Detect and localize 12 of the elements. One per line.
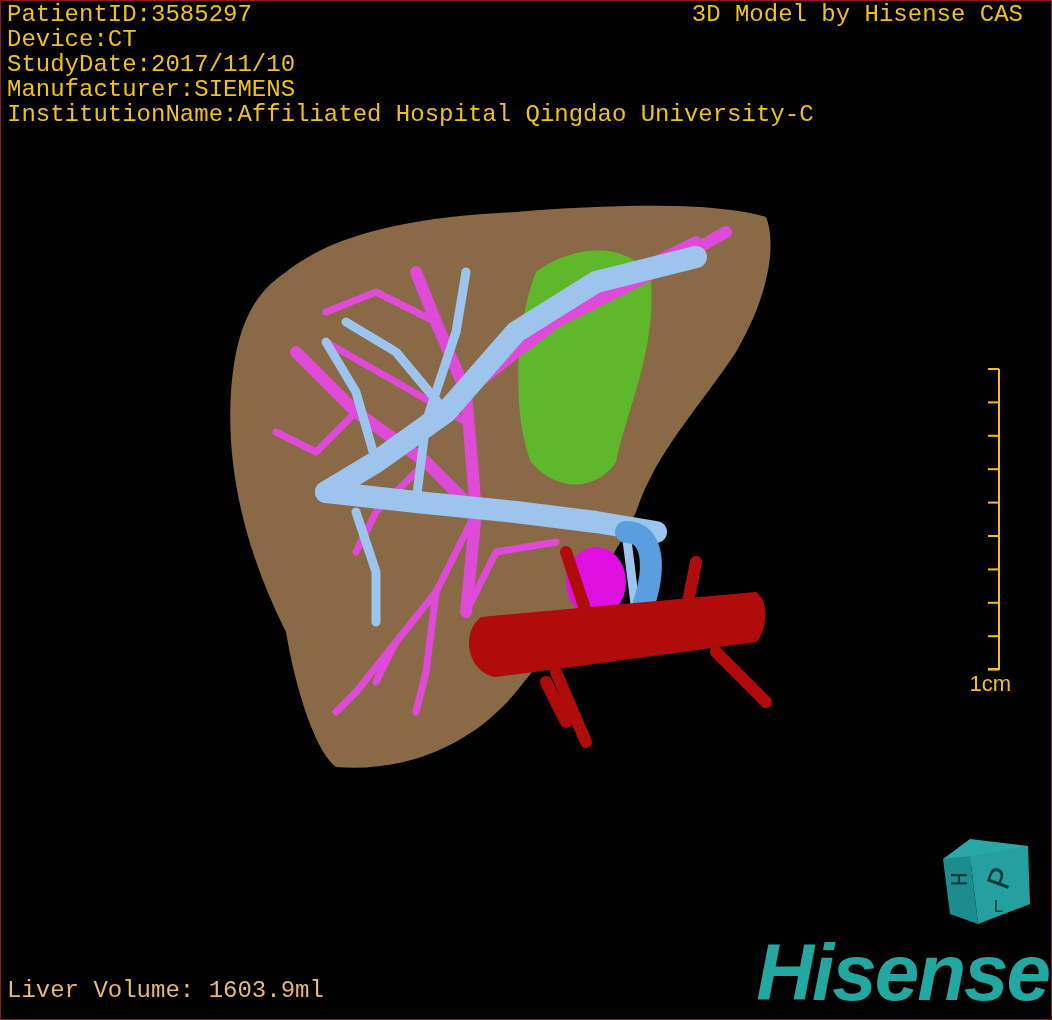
scale-bar-label: 1cm	[969, 672, 1011, 696]
cube-face-label: H	[944, 872, 971, 887]
patient-info-text: PatientID:3585297	[7, 2, 252, 27]
patient-info-text: Device:CT	[7, 27, 137, 52]
viewer-title: 3D Model by Hisense CAS	[691, 2, 1023, 27]
liver-volume-text: Liver Volume: 1603.9ml	[6, 978, 324, 1006]
cube-face-label: L	[993, 897, 1004, 917]
patient-info-text: InstitutionName:Affiliated Hospital Qingdao University-C	[7, 102, 814, 127]
cube-face-label: P	[980, 862, 1024, 895]
brand-logo: Hisense	[756, 933, 1050, 1019]
patient-info-text: Manufacturer:SIEMENS	[7, 77, 296, 102]
patient-info-text: StudyDate:2017/11/10	[7, 52, 296, 77]
